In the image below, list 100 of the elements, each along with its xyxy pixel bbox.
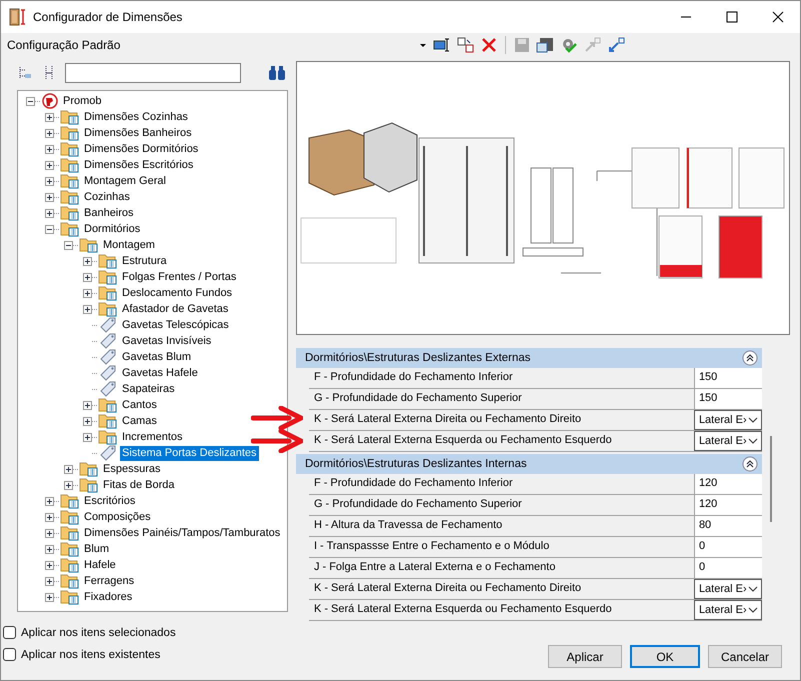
delete-icon[interactable] xyxy=(481,37,497,53)
expand-icon[interactable] xyxy=(45,512,54,522)
tree-item[interactable]: Dormitórios xyxy=(82,222,142,236)
tree-item[interactable]: Dimensões Painéis/Tampos/Tamburatos xyxy=(82,526,282,540)
expand-icon[interactable] xyxy=(83,432,92,442)
maximize-icon[interactable] xyxy=(726,11,738,23)
dialog-button[interactable]: OK xyxy=(630,645,700,668)
dialog-button[interactable]: Cancelar xyxy=(708,645,782,668)
folder-icon xyxy=(79,237,99,253)
property-dropdown[interactable]: Lateral E› xyxy=(694,600,762,620)
tree-item[interactable]: Espessuras xyxy=(101,462,162,476)
caret-icon[interactable] xyxy=(419,41,427,49)
rename-icon[interactable] xyxy=(433,37,451,53)
expand-icon[interactable] xyxy=(64,480,73,490)
tree-item[interactable]: Fitas de Borda xyxy=(101,478,177,492)
folder-icon xyxy=(60,173,80,189)
expand-icon[interactable] xyxy=(83,400,92,410)
expand-icon[interactable] xyxy=(45,560,54,570)
binoculars-icon[interactable] xyxy=(268,65,286,81)
collapse-icon[interactable] xyxy=(45,224,54,234)
dialog-button[interactable]: Aplicar xyxy=(548,645,622,668)
search-field[interactable] xyxy=(65,63,241,83)
tree-item[interactable]: Ferragens xyxy=(82,574,136,588)
tree-item[interactable]: Cozinhas xyxy=(82,190,132,204)
property-label: G - Profundidade do Fechamento Superior xyxy=(308,389,694,409)
folder-icon xyxy=(60,589,80,605)
collapse-icon[interactable] xyxy=(64,240,73,250)
expand-icon[interactable] xyxy=(64,464,73,474)
expand-icon[interactable] xyxy=(83,256,92,266)
tree-item[interactable]: Composições xyxy=(82,510,153,524)
tree-item[interactable]: Dimensões Cozinhas xyxy=(82,110,190,124)
expand-icon[interactable] xyxy=(45,144,54,154)
expand-icon[interactable] xyxy=(45,544,54,554)
tree-item[interactable]: Dimensões Escritórios xyxy=(82,158,196,172)
tree-item[interactable]: Camas xyxy=(120,414,159,428)
expand-icon[interactable] xyxy=(45,496,54,506)
tree-item[interactable]: Gavetas Telescópicas xyxy=(120,318,231,332)
tree-item[interactable]: Sistema Portas Deslizantes xyxy=(120,446,258,460)
tree-item[interactable]: Banheiros xyxy=(82,206,136,220)
tree-item[interactable]: Cantos xyxy=(120,398,159,412)
tree-item[interactable]: Sapateiras xyxy=(120,382,177,396)
gear-check-icon[interactable] xyxy=(560,37,578,53)
group-title: Dormitórios\Estruturas Deslizantes Externas xyxy=(304,352,531,364)
collapse-icon[interactable] xyxy=(26,96,35,106)
expand-icon[interactable] xyxy=(83,272,92,282)
tree-item[interactable]: Montagem xyxy=(101,238,157,252)
close-icon[interactable] xyxy=(772,11,784,23)
expand-icon[interactable] xyxy=(45,208,54,218)
property-label: F - Profundidade do Fechamento Inferior xyxy=(308,474,694,494)
tree-item[interactable]: Folgas Frentes / Portas xyxy=(120,270,238,284)
import-icon[interactable] xyxy=(608,37,626,53)
config-dropdown[interactable]: Configuração Padrão xyxy=(7,38,427,52)
tree-item[interactable]: Hafele xyxy=(82,558,118,572)
caret-icon[interactable] xyxy=(748,416,758,424)
tree-item[interactable]: Afastador de Gavetas xyxy=(120,302,230,316)
tree-item[interactable]: Incrementos xyxy=(120,430,185,444)
tree-item[interactable]: Estrutura xyxy=(120,254,169,268)
checkbox[interactable] xyxy=(3,626,16,639)
tree-item[interactable]: Dimensões Banheiros xyxy=(82,126,194,140)
tree-item[interactable]: Gavetas Hafele xyxy=(120,366,200,380)
expand-icon[interactable] xyxy=(83,288,92,298)
folder-icon xyxy=(60,125,80,141)
collapse-icon[interactable] xyxy=(742,456,758,472)
folder-icon xyxy=(60,525,80,541)
property-label: K - Será Lateral Externa Direita ou Fechamento Direito xyxy=(308,579,694,599)
property-dropdown[interactable]: Lateral E› xyxy=(694,579,762,599)
tree-item[interactable]: Gavetas Blum xyxy=(120,350,194,364)
tree-item[interactable]: Fixadores xyxy=(82,590,134,604)
expand-icon[interactable] xyxy=(45,160,54,170)
collapse-icon[interactable] xyxy=(742,350,758,366)
caret-icon[interactable] xyxy=(748,437,758,445)
expand-icon[interactable] xyxy=(45,528,54,538)
collapse-tree-icon[interactable] xyxy=(17,65,33,81)
checkbox[interactable] xyxy=(3,648,16,661)
expand-icon[interactable] xyxy=(45,128,54,138)
tree-item[interactable]: Promob xyxy=(61,94,104,108)
expand-icon[interactable] xyxy=(45,592,54,602)
tree-item[interactable]: Escritórios xyxy=(82,494,138,508)
tree-item[interactable]: Gavetas Invisíveis xyxy=(120,334,214,348)
property-label: J - Folga Entre a Lateral Externa e o Fechamento xyxy=(308,558,694,578)
caret-icon[interactable] xyxy=(748,585,758,593)
expand-icon[interactable] xyxy=(83,304,92,314)
expand-icon[interactable] xyxy=(45,192,54,202)
tree-item[interactable]: Dimensões Dormitórios xyxy=(82,142,200,156)
property-label: G - Profundidade do Fechamento Superior xyxy=(308,495,694,515)
caret-icon[interactable] xyxy=(748,606,758,614)
expand-icon[interactable] xyxy=(45,176,54,186)
scrollbar-thumb[interactable] xyxy=(770,436,772,522)
expand-icon[interactable] xyxy=(45,112,54,122)
property-label: F - Profundidade do Fechamento Inferior xyxy=(308,368,694,388)
expand-icon[interactable] xyxy=(45,576,54,586)
tree-item[interactable]: Deslocamento Fundos xyxy=(120,286,234,300)
property-label: K - Será Lateral Externa Esquerda ou Fechamento Esquerdo xyxy=(308,431,694,451)
property-dropdown[interactable]: Lateral E› xyxy=(694,431,762,451)
tree-item[interactable]: Montagem Geral xyxy=(82,174,168,188)
tree-item[interactable]: Blum xyxy=(82,542,112,556)
property-dropdown[interactable]: Lateral E› xyxy=(694,410,762,430)
expand-icon[interactable] xyxy=(83,416,92,426)
save-as-icon[interactable] xyxy=(536,37,554,53)
copy-icon[interactable] xyxy=(457,37,475,53)
